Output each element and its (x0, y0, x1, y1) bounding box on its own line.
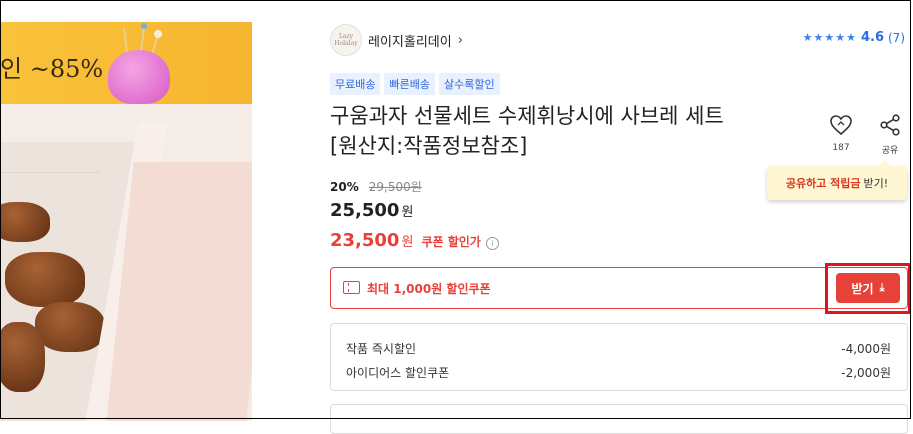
receive-button-label: 받기 (851, 281, 874, 296)
share-icon (880, 114, 900, 136)
breakdown-label: 작품 즉시할인 (346, 342, 417, 356)
heart-icon (830, 115, 852, 136)
rating-summary[interactable]: ★★★★★ 4.6 (7) (803, 30, 905, 45)
original-price: 29,500원 (368, 180, 422, 194)
discount-percent: 20% (330, 179, 359, 194)
coupon-box: 최대 1,000원 할인쿠폰 (330, 267, 908, 309)
product-info-panel: Lazy Holiday 레이지홀리데이 › ★★★★★ 4.6 (7) 무료배… (330, 0, 913, 434)
tooltip-text: 받기! (863, 177, 889, 190)
box-line (0, 172, 100, 173)
breakdown-value: -4,000원 (841, 342, 891, 356)
promo-text: 인 ~85% (0, 55, 104, 83)
option-selector-box[interactable] (330, 404, 908, 434)
coupon-price: 23,500 (330, 230, 400, 251)
brand-link[interactable]: Lazy Holiday 레이지홀리데이 › (330, 24, 463, 56)
tag-fast-shipping: 빠른배송 (384, 73, 435, 95)
product-image[interactable]: 인 ~85% (0, 22, 252, 421)
currency-unit: 원 (401, 205, 414, 220)
current-price: 25,500 (330, 200, 400, 221)
promo-banner: 인 ~85% (0, 22, 252, 104)
breakdown-label: 아이디어스 할인쿠폰 (346, 366, 450, 380)
breakdown-row: 아이디어스 할인쿠폰 -2,000원 (346, 364, 891, 381)
coupon-price-row: 23,500 원 쿠폰 할인가 i (330, 230, 499, 251)
receive-button-highlight: 받기 ⤓ (825, 263, 911, 314)
breakdown-value: -2,000원 (841, 366, 891, 380)
download-icon: ⤓ (879, 281, 885, 294)
cookie-2 (5, 252, 85, 307)
like-button[interactable]: 187 (826, 114, 856, 153)
tag-free-shipping: 무료배송 (330, 73, 381, 95)
like-count: 187 (832, 143, 850, 153)
coupon-price-label: 쿠폰 할인가 (421, 235, 481, 249)
info-icon[interactable]: i (485, 237, 499, 250)
share-reward-tooltip: 공유하고 적립금 받기! (767, 160, 907, 200)
rating-score: 4.6 (860, 30, 884, 45)
share-button[interactable]: 공유 (875, 114, 905, 156)
review-count[interactable]: (7) (888, 31, 905, 45)
tooltip-highlight: 공유하고 적립금 (785, 177, 861, 190)
discount-breakdown: 작품 즉시할인 -4,000원 아이디어스 할인쿠폰 -2,000원 (330, 323, 908, 391)
tag-bulk-discount: 살수록할인 (438, 73, 500, 95)
cookie-4 (0, 322, 45, 392)
star-rating-icon: ★★★★★ (802, 31, 857, 44)
receive-coupon-button[interactable]: 받기 ⤓ (836, 273, 900, 303)
brand-logo: Lazy Holiday (330, 24, 362, 56)
discount-row: 20% 29,500원 (330, 178, 422, 195)
brand-name[interactable]: 레이지홀리데이 (368, 31, 452, 50)
coupon-ticket-icon (343, 281, 360, 294)
chevron-right-icon: › (457, 32, 463, 48)
share-label: 공유 (881, 146, 899, 156)
cookie-3 (35, 302, 105, 352)
coupon-text: 최대 1,000원 할인쿠폰 (367, 282, 491, 296)
product-title: 구움과자 선물세트 수제휘낭시에 사브레 세트 [원산지:작품정보참조] (330, 104, 724, 158)
breakdown-row: 작품 즉시할인 -4,000원 (346, 340, 891, 357)
shipping-tags: 무료배송 빠른배송 살수록할인 (330, 73, 500, 95)
vase-decoration (108, 50, 170, 104)
price-row: 25,500 원 (330, 200, 413, 221)
coupon-currency-unit: 원 (401, 235, 414, 250)
cookie-1 (0, 202, 50, 242)
